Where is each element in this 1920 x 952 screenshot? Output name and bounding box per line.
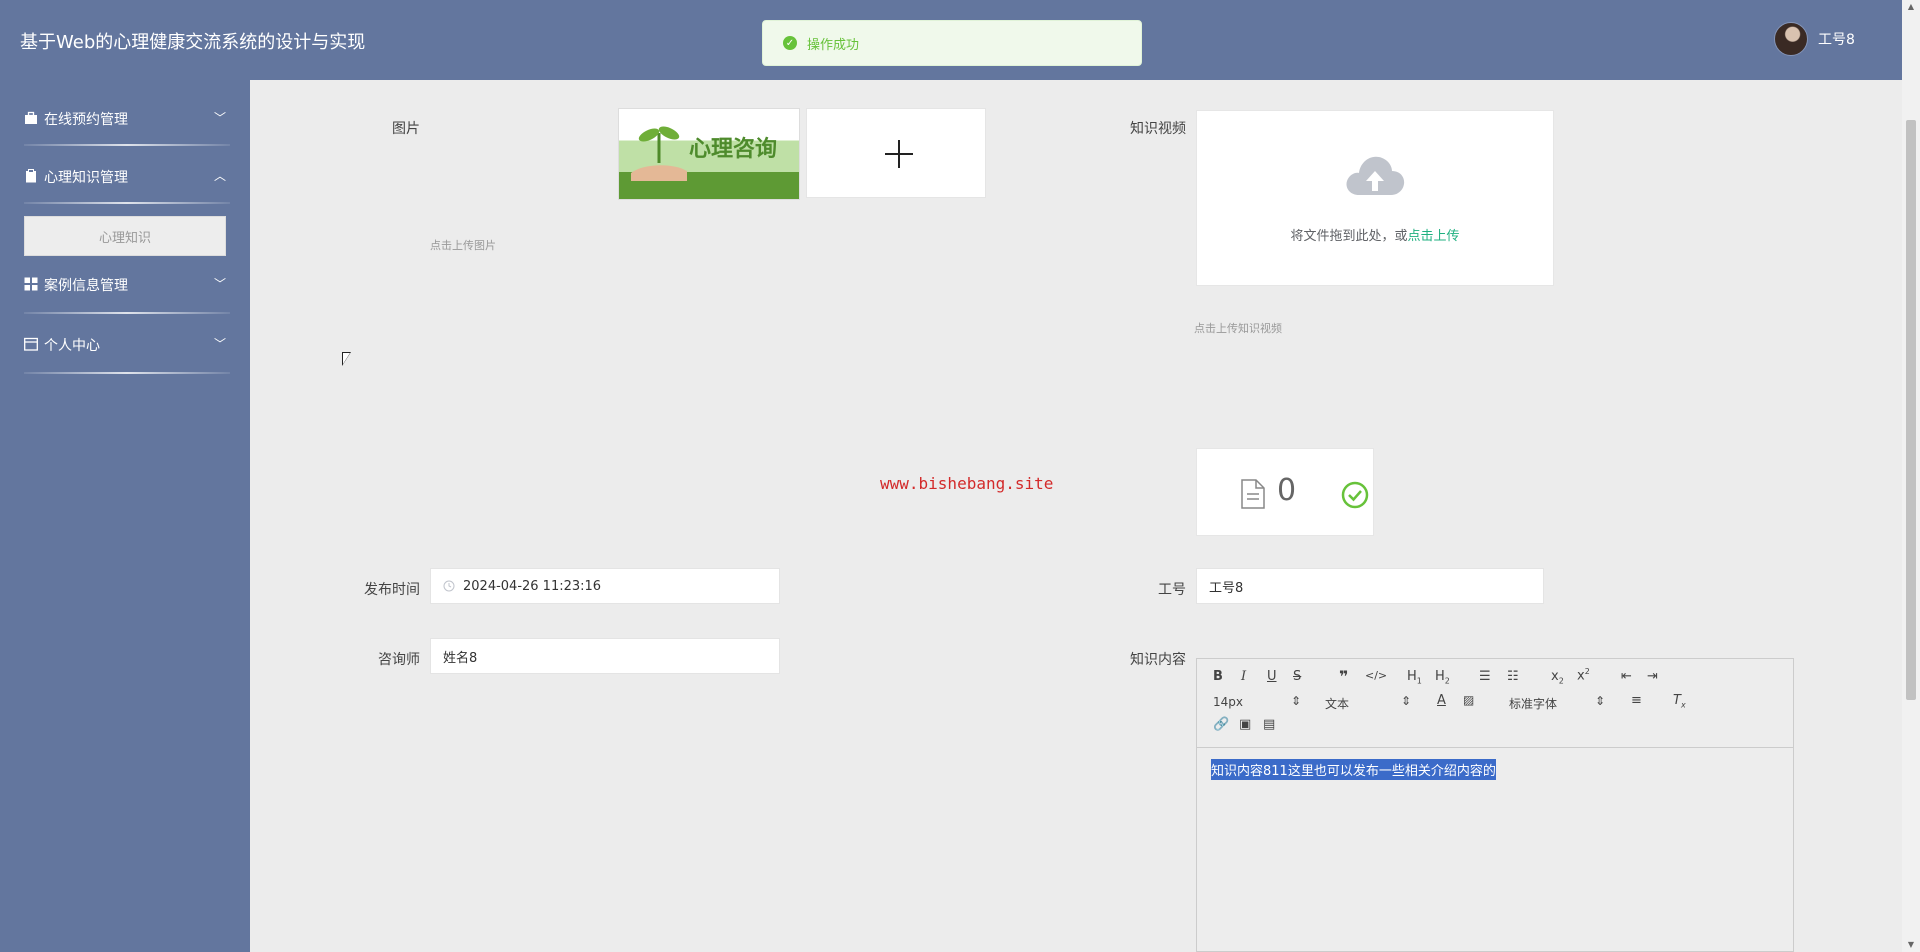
- image-icon[interactable]: ▣: [1239, 717, 1251, 732]
- editor-toolbar: B I U S ❞ </> H1 H2 ☰ ☷ x2 x2 ⇤ ⇥ 14px ⇕…: [1197, 659, 1793, 748]
- sidebar-item-cases[interactable]: 案例信息管理 ﹀: [0, 264, 250, 304]
- user-name[interactable]: 工号8: [1818, 29, 1855, 49]
- job-number-input[interactable]: 工号8: [1196, 568, 1544, 604]
- avatar[interactable]: [1774, 22, 1808, 56]
- mouse-cursor-icon: [342, 352, 351, 366]
- indent-icon[interactable]: ⇥: [1647, 669, 1658, 684]
- chevron-down-icon: ﹀: [214, 337, 227, 351]
- counselor-value: 姓名8: [443, 650, 478, 666]
- link-icon[interactable]: 🔗: [1213, 717, 1229, 732]
- code-block-icon[interactable]: </>: [1365, 669, 1387, 682]
- menu-divider: [24, 312, 230, 314]
- upload-instruction: 将文件拖到此处，或: [1290, 229, 1408, 244]
- briefcase-icon: [25, 111, 37, 124]
- counselor-input[interactable]: 姓名8: [430, 638, 780, 674]
- bullet-list-icon[interactable]: ☷: [1507, 669, 1519, 684]
- superscript-icon[interactable]: x2: [1577, 667, 1590, 683]
- video-icon[interactable]: ▤: [1263, 717, 1275, 732]
- app-title: 基于Web的心理健康交流系统的设计与实现: [20, 32, 366, 53]
- sidebar-subitem-knowledge[interactable]: 心理知识: [24, 216, 226, 256]
- heading2-icon[interactable]: H2: [1435, 669, 1450, 686]
- publish-time-value: 2024-04-26 11:23:16: [463, 578, 602, 594]
- scroll-down-icon[interactable]: ▼: [1906, 940, 1916, 950]
- document-icon: [1241, 479, 1265, 509]
- video-upload-dropzone[interactable]: 将文件拖到此处，或点击上传: [1196, 110, 1554, 286]
- align-icon[interactable]: ≡: [1631, 693, 1642, 708]
- underline-icon[interactable]: U: [1267, 669, 1277, 684]
- check-circle-icon: ✓: [783, 36, 797, 50]
- toast-message: 操作成功: [807, 37, 860, 53]
- paragraph-select[interactable]: 文本: [1325, 695, 1349, 712]
- clock-icon: [443, 580, 455, 592]
- ordered-list-icon[interactable]: ☰: [1479, 669, 1491, 684]
- sidebar-item-knowledge[interactable]: 心理知识管理 ︿: [0, 156, 250, 196]
- sidebar-item-profile[interactable]: 个人中心 ﹀: [0, 324, 250, 364]
- grid-icon: [24, 277, 38, 291]
- bold-icon[interactable]: B: [1213, 669, 1223, 684]
- seedling-hand-icon: [631, 126, 687, 181]
- sidebar-item-appointments[interactable]: 在线预约管理 ﹀: [0, 98, 250, 138]
- job-number-value: 工号8: [1209, 580, 1244, 596]
- subscript-icon[interactable]: x2: [1551, 669, 1564, 686]
- heading1-icon[interactable]: H1: [1407, 669, 1422, 686]
- content-label: 知识内容: [1130, 652, 1186, 668]
- sidebar: 在线预约管理 ﹀ 心理知识管理 ︿ 心理知识 案例信息管理 ﹀ 个人中心 ﹀: [0, 80, 250, 952]
- chevron-down-icon: ﹀: [214, 277, 227, 291]
- select-arrow-icon: ⇕: [1401, 694, 1412, 708]
- sidebar-item-label: 案例信息管理: [44, 278, 128, 294]
- image-label: 图片: [392, 121, 420, 137]
- calendar-icon: [24, 337, 38, 351]
- file-count: 0: [1277, 473, 1297, 508]
- outdent-icon[interactable]: ⇤: [1621, 669, 1632, 684]
- scroll-thumb[interactable]: [1906, 120, 1916, 700]
- success-toast: ✓ 操作成功: [762, 20, 1142, 66]
- scroll-up-icon[interactable]: ▲: [1906, 2, 1916, 12]
- publish-time-label: 发布时间: [364, 582, 420, 598]
- image-hint: 点击上传图片: [430, 239, 496, 252]
- editor-content-text[interactable]: 知识内容811这里也可以发布一些相关介绍内容的: [1211, 759, 1496, 780]
- font-color-icon[interactable]: A: [1437, 693, 1446, 708]
- menu-divider: [24, 372, 230, 374]
- menu-divider: [24, 144, 230, 146]
- job-number-label: 工号: [1158, 582, 1186, 598]
- clipboard-icon: [26, 169, 36, 183]
- add-image-button[interactable]: [806, 108, 986, 198]
- cloud-upload-icon: [1346, 156, 1405, 195]
- italic-icon[interactable]: I: [1241, 669, 1246, 684]
- select-arrow-icon: ⇕: [1595, 694, 1606, 708]
- click-upload-link[interactable]: 点击上传: [1408, 229, 1460, 244]
- thumbnail-text: 心理咨询: [689, 136, 778, 162]
- sidebar-item-label: 个人中心: [44, 338, 100, 354]
- success-check-icon: [1341, 481, 1369, 509]
- blockquote-icon[interactable]: ❞: [1339, 667, 1348, 686]
- clear-format-icon[interactable]: Tx: [1673, 693, 1686, 710]
- font-family-select[interactable]: 标准字体: [1509, 695, 1557, 712]
- chevron-down-icon: ﹀: [214, 111, 227, 125]
- menu-divider: [24, 202, 230, 204]
- video-hint: 点击上传知识视频: [1194, 322, 1282, 335]
- font-size-select[interactable]: 14px: [1213, 695, 1243, 709]
- publish-time-input[interactable]: 2024-04-26 11:23:16: [430, 568, 780, 604]
- watermark: www.bishebang.site: [880, 474, 1054, 493]
- uploaded-image-thumbnail[interactable]: 心理咨询: [618, 108, 800, 200]
- user-menu[interactable]: 工号8: [1774, 22, 1855, 56]
- counselor-label: 咨询师: [378, 652, 420, 668]
- page-scrollbar[interactable]: ▲ ▼: [1902, 0, 1920, 952]
- strikethrough-icon[interactable]: S: [1293, 669, 1301, 684]
- chevron-up-icon: ︿: [214, 169, 227, 183]
- sidebar-item-label: 在线预约管理: [44, 112, 128, 128]
- select-arrow-icon: ⇕: [1291, 694, 1302, 708]
- uploaded-file-card[interactable]: 0: [1196, 448, 1374, 536]
- background-color-icon[interactable]: ▨: [1463, 693, 1474, 707]
- video-label: 知识视频: [1130, 121, 1186, 137]
- sidebar-item-label: 心理知识管理: [44, 170, 128, 186]
- rich-text-editor[interactable]: B I U S ❞ </> H1 H2 ☰ ☷ x2 x2 ⇤ ⇥ 14px ⇕…: [1196, 658, 1794, 952]
